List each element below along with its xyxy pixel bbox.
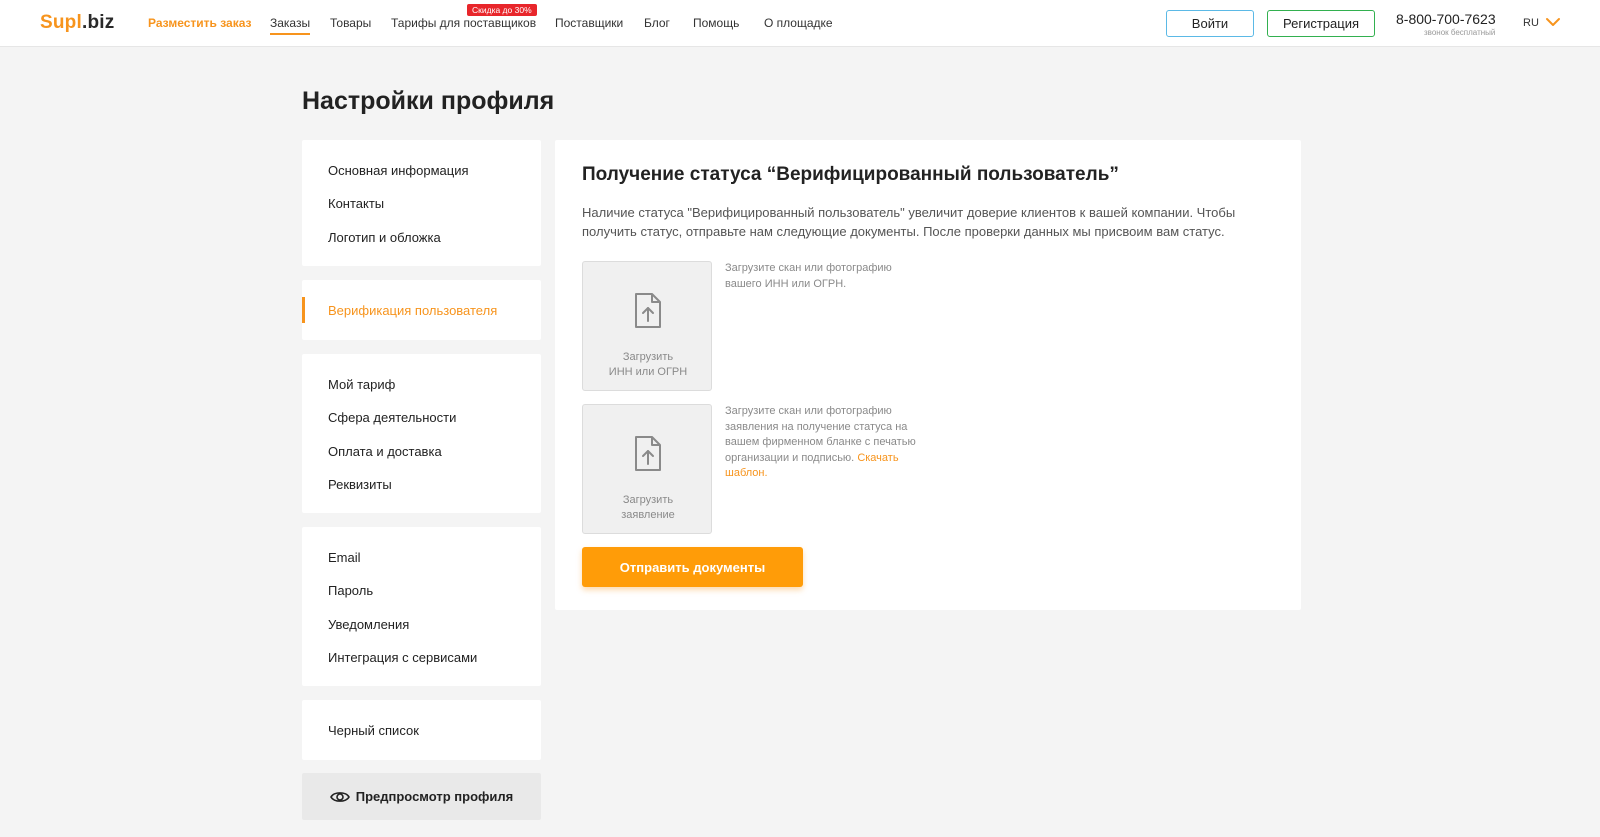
logo-part-biz: .biz xyxy=(81,12,115,33)
file-upload-icon xyxy=(635,293,661,328)
page-title: Настройки профиля xyxy=(302,87,555,115)
preview-profile-label: Предпросмотр профиля xyxy=(355,789,514,804)
nav-about[interactable]: О площадке xyxy=(764,16,833,30)
nav-suppliers[interactable]: Поставщики xyxy=(555,16,623,30)
upload-application[interactable]: Загрузить заявление xyxy=(582,404,712,534)
sidebar-group-verification: Верификация пользователя xyxy=(302,280,541,340)
sidebar-group-profile: Основная информация Контакты Логотип и о… xyxy=(302,140,541,266)
nav-goods[interactable]: Товары xyxy=(330,16,371,30)
sidebar-item-main-info[interactable]: Основная информация xyxy=(328,163,469,178)
active-indicator xyxy=(302,297,305,323)
verification-panel: Получение статуса “Верифицированный поль… xyxy=(555,140,1301,610)
upload-inn-ogrn[interactable]: Загрузить ИНН или ОГРН xyxy=(582,261,712,391)
upload-inn-label: Загрузить ИНН или ОГРН xyxy=(608,351,688,378)
logo-part-supl: Supl xyxy=(40,12,82,33)
tariffs-discount-badge: Скидка до 30% xyxy=(467,4,537,16)
upload-application-label: Загрузить заявление xyxy=(621,494,675,521)
submit-documents-button[interactable]: Отправить документы xyxy=(582,547,803,587)
nav-tariffs[interactable]: Тарифы для поставщиков xyxy=(391,16,536,30)
sidebar-item-payment-delivery[interactable]: Оплата и доставка xyxy=(328,444,442,459)
nav-orders[interactable]: Заказы xyxy=(270,16,311,35)
phone-number[interactable]: 8-800-700-7623 xyxy=(1396,11,1496,27)
sidebar-item-integrations[interactable]: Интеграция с сервисами xyxy=(328,650,477,665)
sidebar-item-logo-cover[interactable]: Логотип и обложка xyxy=(328,230,441,245)
top-header: Supl.biz Разместить заказ Заказы Товары … xyxy=(0,0,1600,47)
upload-application-hint-block: Загрузите скан или фотографию заявления … xyxy=(725,404,930,482)
verification-title: Получение статуса “Верифицированный поль… xyxy=(582,164,1119,185)
sidebar-item-verification[interactable]: Верификация пользователя xyxy=(328,303,497,318)
sidebar-item-activity[interactable]: Сфера деятельности xyxy=(328,410,456,425)
verification-description: Наличие статуса "Верифицированный пользо… xyxy=(582,205,1236,239)
nav-blog[interactable]: Блог xyxy=(644,16,670,30)
sidebar-item-tariff[interactable]: Мой тариф xyxy=(328,377,395,392)
site-logo[interactable]: Supl.biz xyxy=(40,12,114,34)
sidebar-item-notifications[interactable]: Уведомления xyxy=(328,617,409,632)
eye-icon xyxy=(329,791,350,802)
register-button[interactable]: Регистрация xyxy=(1267,10,1375,37)
sidebar-item-contacts[interactable]: Контакты xyxy=(328,196,384,211)
file-upload-icon xyxy=(635,436,661,471)
sidebar-group-business: Мой тариф Сфера деятельности Оплата и до… xyxy=(302,354,541,513)
nav-help[interactable]: Помощь xyxy=(693,16,739,30)
login-button[interactable]: Войти xyxy=(1166,10,1254,37)
chevron-down-icon[interactable] xyxy=(1545,15,1561,29)
sidebar-item-password[interactable]: Пароль xyxy=(328,583,373,598)
phone-note: звонок бесплатный xyxy=(1424,28,1496,37)
upload-inn-hint: Загрузите скан или фотографию вашего ИНН… xyxy=(725,262,892,290)
sidebar-group-blacklist: Черный список xyxy=(302,700,541,760)
sidebar-item-requisites[interactable]: Реквизиты xyxy=(328,477,392,492)
language-selector[interactable]: RU xyxy=(1523,17,1539,29)
nav-place-order[interactable]: Разместить заказ xyxy=(148,16,252,30)
sidebar-item-blacklist[interactable]: Черный список xyxy=(328,723,419,738)
sidebar-item-email[interactable]: Email xyxy=(328,550,361,565)
sidebar-group-account: Email Пароль Уведомления Интеграция с се… xyxy=(302,527,541,686)
preview-profile-button[interactable]: Предпросмотр профиля xyxy=(302,773,541,820)
